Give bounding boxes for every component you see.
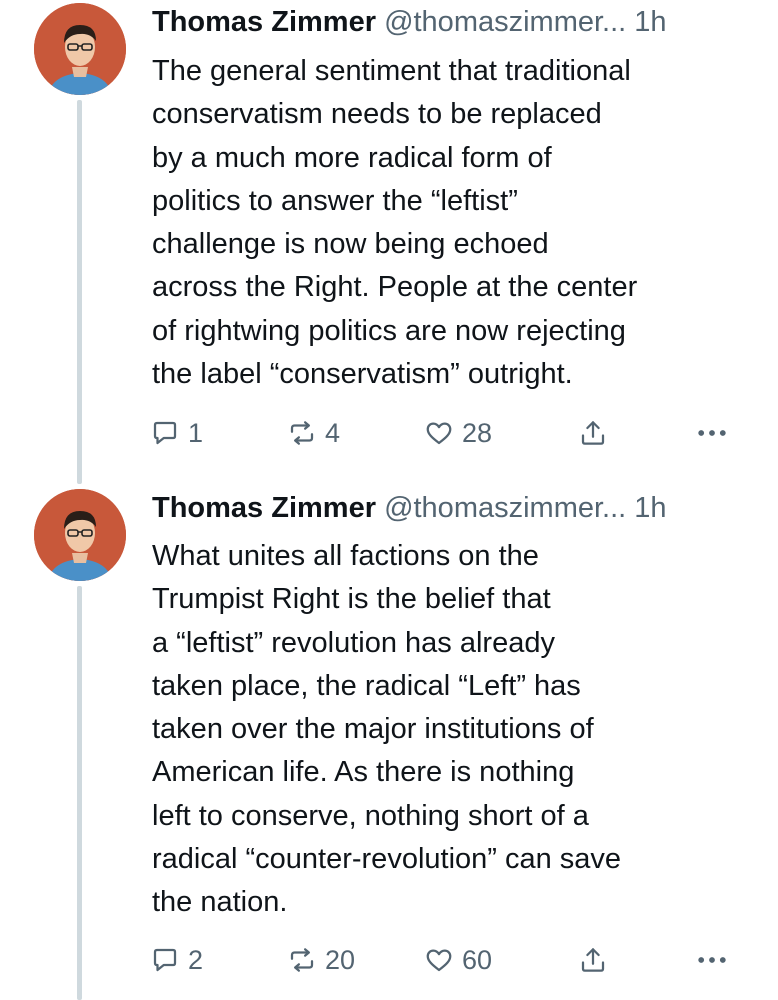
retweet-count: 20: [325, 945, 356, 975]
avatar[interactable]: [34, 489, 126, 581]
timestamp[interactable]: 1h: [634, 492, 666, 524]
retweet-button[interactable]: 4: [287, 413, 340, 453]
reply-icon: [153, 421, 177, 445]
tweet-text: What unites all factions on the Trumpist…: [152, 540, 622, 919]
avatar[interactable]: [34, 3, 126, 95]
retweet-icon: [290, 948, 314, 972]
thread-line: [77, 586, 82, 1000]
share-button[interactable]: [578, 940, 608, 980]
like-count: 60: [462, 945, 493, 975]
tweet[interactable]: Thomas Zimmer @thomaszimmer... 1h What u…: [0, 484, 778, 1000]
tweet[interactable]: Thomas Zimmer @thomaszimmer... 1h The ge…: [0, 0, 778, 484]
more-icon: [698, 430, 726, 436]
reply-count: 1: [188, 418, 204, 448]
reply-button[interactable]: 2: [150, 940, 203, 980]
like-button[interactable]: 28: [424, 413, 492, 453]
tweet-actions: 1 4 28: [150, 413, 740, 453]
tweet-header: Thomas Zimmer @thomaszimmer... 1h: [152, 2, 752, 42]
author-name[interactable]: Thomas Zimmer: [152, 492, 376, 524]
retweet-icon: [290, 421, 314, 445]
tweet-header: Thomas Zimmer @thomaszimmer... 1h: [152, 488, 752, 528]
thread-line: [77, 100, 82, 484]
tweet-actions: 2 20 60: [150, 940, 740, 980]
more-options-button[interactable]: [694, 413, 730, 453]
share-button[interactable]: [578, 413, 608, 453]
more-icon: [698, 957, 726, 963]
retweet-count: 4: [325, 418, 341, 448]
timestamp[interactable]: 1h: [634, 6, 666, 38]
more-options-button[interactable]: [694, 940, 730, 980]
author-name[interactable]: Thomas Zimmer: [152, 6, 376, 38]
share-icon: [581, 421, 605, 445]
author-handle[interactable]: @thomaszimmer...: [384, 6, 626, 38]
author-handle[interactable]: @thomaszimmer...: [384, 492, 626, 524]
share-icon: [581, 948, 605, 972]
avatar-portrait-icon: [34, 3, 126, 95]
reply-icon: [153, 948, 177, 972]
reply-count: 2: [188, 945, 204, 975]
like-button[interactable]: 60: [424, 940, 492, 980]
reply-button[interactable]: 1: [150, 413, 203, 453]
retweet-button[interactable]: 20: [287, 940, 355, 980]
tweet-text: The general sentiment that traditional c…: [152, 55, 638, 391]
heart-icon: [426, 949, 452, 972]
like-count: 28: [462, 418, 493, 448]
heart-icon: [426, 422, 452, 445]
avatar-portrait-icon: [34, 489, 126, 581]
